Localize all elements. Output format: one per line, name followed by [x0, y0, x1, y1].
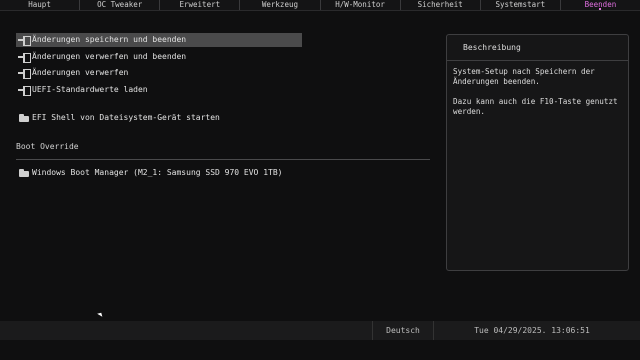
menu-item-load-defaults[interactable]: UEFI-Standardwerte laden [16, 83, 302, 97]
tab-sicherheit[interactable]: Sicherheit [401, 0, 481, 10]
description-text: System-Setup nach Speichern der Änderung… [453, 67, 595, 86]
tab-haupt[interactable]: Haupt [0, 0, 81, 10]
menu-item-efi-shell[interactable]: EFI Shell von Dateisystem-Gerät starten [16, 111, 302, 125]
menu-spacer [16, 99, 302, 111]
description-panel: Beschreibung System-Setup nach Speichern… [446, 34, 629, 271]
tab-oc-tweaker[interactable]: OC Tweaker [80, 0, 161, 10]
boot-item-windows-boot-manager[interactable]: Windows Boot Manager (M2_1: Samsung SSD … [16, 166, 282, 180]
main-tab-bar: Haupt OC Tweaker Erweitert Werkzeug H/W-… [0, 0, 640, 11]
description-text: Dazu kann auch die F10-Taste genutzt wer… [453, 97, 618, 116]
mouse-cursor-icon [97, 311, 104, 317]
folder-icon [18, 113, 30, 123]
tab-erweitert[interactable]: Erweitert [160, 0, 241, 10]
exit-menu: Änderungen speichern und beenden Änderun… [16, 33, 302, 128]
menu-item-discard-changes[interactable]: Änderungen verwerfen [16, 66, 302, 80]
description-title: Beschreibung [447, 35, 628, 61]
exit-icon [18, 68, 31, 80]
menu-item-save-and-exit[interactable]: Änderungen speichern und beenden [16, 33, 302, 47]
description-body: System-Setup nach Speichern der Änderung… [447, 61, 628, 117]
datetime-display: Tue 04/29/2025. 13:06:51 [474, 326, 590, 335]
menu-item-label: Änderungen speichern und beenden [32, 35, 187, 44]
menu-item-label: UEFI-Standardwerte laden [32, 84, 148, 94]
language-selector[interactable]: Deutsch [372, 321, 434, 340]
folder-icon [18, 168, 30, 178]
status-bar: Deutsch Tue 04/29/2025. 13:06:51 [0, 321, 640, 340]
tab-werkzeug[interactable]: Werkzeug [240, 0, 321, 10]
boot-item-label: Windows Boot Manager (M2_1: Samsung SSD … [32, 168, 283, 177]
exit-icon [18, 52, 31, 63]
tab-systemstart[interactable]: Systemstart [481, 0, 561, 10]
menu-item-label: Änderungen verwerfen [32, 68, 129, 78]
tab-beenden[interactable]: Beenden [561, 0, 640, 10]
menu-item-discard-and-exit[interactable]: Änderungen verwerfen und beenden [16, 50, 302, 64]
exit-icon [18, 85, 31, 96]
menu-item-label: EFI Shell von Dateisystem-Gerät starten [32, 113, 220, 123]
section-divider [16, 159, 430, 160]
menu-item-label: Änderungen verwerfen und beenden [32, 51, 187, 61]
boot-override-title: Boot Override [16, 142, 79, 151]
tab-hw-monitor[interactable]: H/W-Monitor [321, 0, 401, 10]
exit-icon [18, 35, 31, 46]
